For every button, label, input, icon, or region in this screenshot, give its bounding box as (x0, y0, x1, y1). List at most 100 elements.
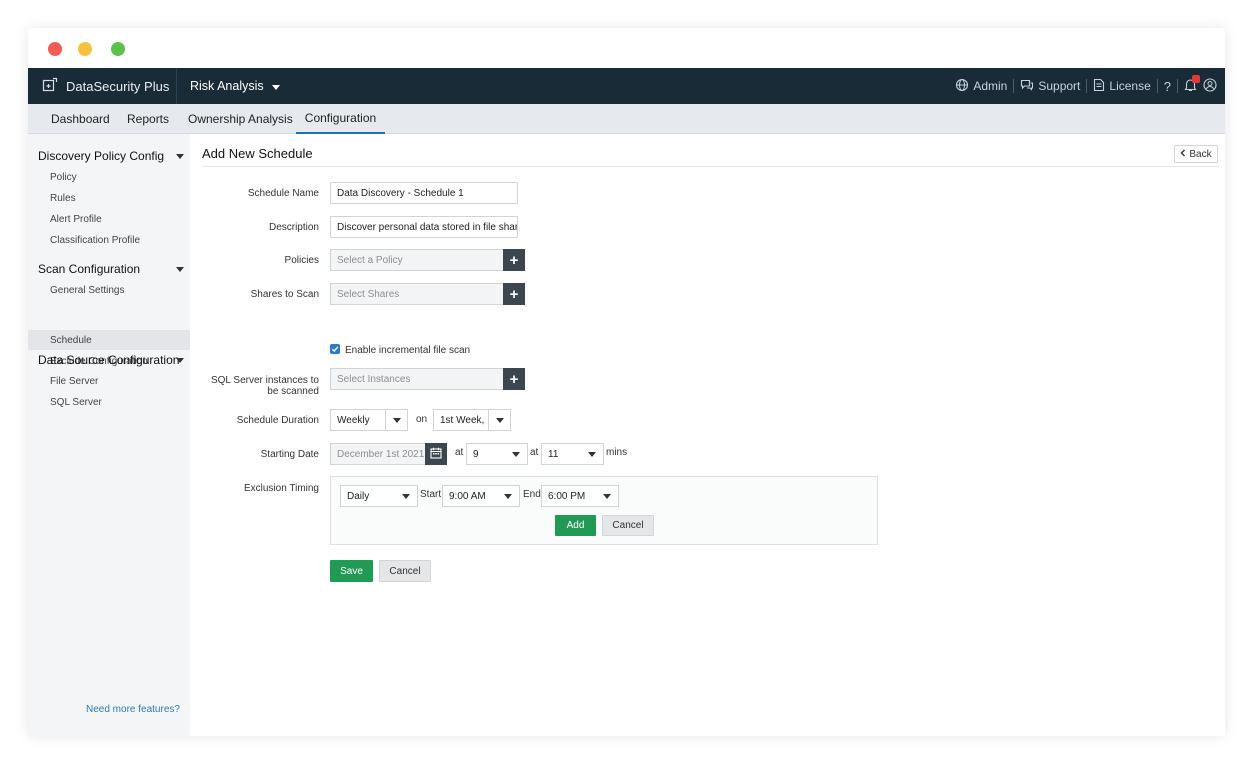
description-label: Description (268, 222, 319, 233)
schedule-name-input[interactable]: Data Discovery - Schedule 1 (330, 182, 518, 204)
sidebar-item-file-server[interactable]: File Server (28, 371, 190, 391)
divider (1177, 79, 1178, 93)
tab-label: Reports (127, 112, 170, 126)
shares-label: Shares to Scan (250, 289, 319, 300)
chevron-down-icon (176, 357, 184, 363)
policies-input[interactable]: Select a Policy (330, 249, 504, 271)
sidebar-item-label: SQL Server (50, 396, 102, 408)
calendar-button[interactable] (425, 443, 447, 465)
main-tabs: Dashboard Reports Ownership Analysis Con… (28, 104, 1225, 134)
notifications-button[interactable] (1184, 74, 1200, 95)
save-button[interactable]: Save (330, 560, 373, 582)
maximize-window-button[interactable] (111, 42, 125, 56)
tab-reports[interactable]: Reports (127, 104, 169, 134)
chat-bubble-icon (1020, 78, 1034, 95)
need-more-features-link[interactable]: Need more features? (86, 704, 180, 715)
schedule-name-label: Schedule Name (247, 188, 319, 199)
shares-input[interactable]: Select Shares (330, 283, 504, 305)
schedule-duration-label: Schedule Duration (236, 415, 319, 426)
sidebar-item-general-settings[interactable]: General Settings (28, 280, 190, 300)
sidebar-item-rules[interactable]: Rules (28, 188, 190, 208)
hour-select[interactable]: 9 (466, 443, 528, 465)
help-button[interactable]: ? (1164, 79, 1171, 94)
divider (1013, 79, 1015, 93)
sql-instances-input[interactable]: Select Instances (330, 368, 504, 390)
sidebar-group-label: Scan Configuration (38, 262, 141, 276)
cancel-button[interactable]: Cancel (379, 560, 431, 582)
support-link[interactable]: Support (1020, 78, 1080, 95)
add-sql-instances-button[interactable]: + (503, 368, 525, 390)
chevron-down-icon (176, 266, 184, 272)
tab-configuration[interactable]: Configuration (296, 104, 385, 134)
chevron-down-icon (505, 444, 527, 464)
tab-label: Dashboard (51, 112, 110, 126)
sidebar-item-label: Classification Profile (50, 234, 141, 246)
exclusion-frequency-select[interactable]: Daily (340, 485, 418, 507)
sidebar-item-label: Policy (50, 171, 77, 183)
sidebar-item-sql-server[interactable]: SQL Server (28, 392, 190, 412)
chevron-down-icon (176, 153, 184, 159)
license-link[interactable]: License (1093, 78, 1151, 95)
sidebar-item-classification-profile[interactable]: Classification Profile (28, 230, 190, 250)
sidebar-group-discovery-policy-config[interactable]: Discovery Policy Config (38, 148, 190, 164)
back-label: Back (1189, 148, 1212, 160)
sidebar-group-data-source-configuration[interactable]: Data Source Configuration (38, 352, 190, 368)
sidebar-item-label: General Settings (50, 284, 125, 296)
chevron-left-icon (1180, 149, 1186, 160)
chevron-down-icon (385, 410, 407, 430)
chevron-down-icon (395, 486, 417, 506)
week-select[interactable]: 1st Week, (433, 409, 511, 431)
start-label: Start (420, 489, 442, 500)
add-shares-button[interactable]: + (503, 283, 525, 305)
license-label: License (1109, 79, 1151, 93)
checkmark-icon (331, 342, 339, 356)
sidebar-item-schedule[interactable]: Schedule (28, 330, 190, 350)
tab-label: Configuration (304, 111, 377, 125)
app-logo[interactable]: DataSecurity Plus (42, 68, 169, 104)
module-name: Risk Analysis (190, 79, 264, 93)
page-title: Add New Schedule (202, 146, 313, 161)
tab-dashboard[interactable]: Dashboard (51, 104, 110, 134)
exclusion-cancel-button[interactable]: Cancel (602, 515, 654, 536)
schedule-duration-value: Weekly (337, 414, 370, 426)
plus-icon: + (509, 251, 519, 269)
incremental-scan-checkbox[interactable] (330, 344, 340, 354)
minimize-window-button[interactable] (78, 42, 92, 56)
minute-select[interactable]: 11 (541, 443, 604, 465)
tab-label: Ownership Analysis (188, 112, 293, 126)
calendar-icon (430, 447, 442, 462)
exclusion-add-button[interactable]: Add (555, 515, 596, 536)
divider (176, 68, 177, 104)
sidebar-group-scan-configuration[interactable]: Scan Configuration (38, 261, 190, 277)
app-name: DataSecurity Plus (66, 78, 170, 94)
incremental-scan-label: Enable incremental file scan (345, 345, 471, 356)
window-titlebar (28, 28, 1225, 68)
user-profile-button[interactable] (1203, 77, 1217, 95)
starting-date-input[interactable]: December 1st 2021 (330, 443, 426, 465)
week-value: 1st Week, (440, 414, 485, 426)
user-avatar-icon (1203, 77, 1217, 95)
sidebar-item-alert-profile[interactable]: Alert Profile (28, 209, 190, 229)
exclusion-end-select[interactable]: 6:00 PM (541, 485, 619, 507)
exclusion-start-select[interactable]: 9:00 AM (442, 485, 520, 507)
at-label: at (455, 447, 464, 458)
module-switcher[interactable]: Risk Analysis (190, 68, 280, 104)
plus-icon: + (509, 370, 519, 388)
add-policy-button[interactable]: + (503, 249, 525, 271)
description-input[interactable]: Discover personal data stored in file sh… (330, 216, 518, 238)
sidebar: Discovery Policy Config Policy Rules Ale… (28, 134, 190, 736)
sidebar-group-label: Discovery Policy Config (38, 149, 165, 163)
at-label: at (530, 447, 539, 458)
main-content: Add New Schedule Back Schedule Name Data… (190, 134, 1225, 736)
sidebar-item-label: Rules (50, 192, 76, 204)
sql-instances-label-line2: be scanned (267, 386, 319, 397)
chevron-down-icon (581, 444, 603, 464)
sidebar-item-policy[interactable]: Policy (28, 167, 190, 187)
back-button[interactable]: Back (1174, 145, 1218, 163)
support-label: Support (1038, 79, 1081, 93)
end-label: End (523, 489, 541, 500)
admin-link[interactable]: Admin (955, 78, 1007, 95)
schedule-duration-select[interactable]: Weekly (330, 409, 408, 431)
close-window-button[interactable] (48, 42, 62, 56)
tab-ownership-analysis[interactable]: Ownership Analysis (188, 104, 293, 134)
